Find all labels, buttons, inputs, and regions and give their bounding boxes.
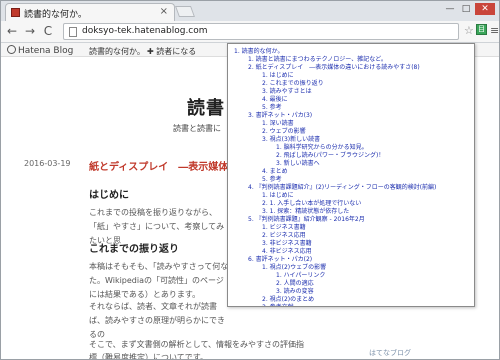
toc-item[interactable]: 4. 最後に — [262, 96, 474, 104]
window-controls: — □ ✕ — [443, 3, 495, 15]
url-text: doksyo-tek.hatenablog.com — [82, 26, 208, 36]
tab-strip: 読書的な何か。 × — □ ✕ — [1, 1, 499, 21]
toc-item[interactable]: 1. ハイパーリンク — [276, 272, 474, 280]
browser-window: 読書的な何か。 × — □ ✕ ← → C doksyo-tek.hatenab… — [0, 0, 500, 360]
hatena-mark-icon — [7, 45, 16, 54]
toc-item[interactable]: 4. 『判例読書課題紹介』(2)リーディング・フローの客観的検討(前編) — [248, 184, 474, 192]
toc-item[interactable]: 3. 参考文献 — [262, 304, 474, 306]
maximize-button[interactable]: □ — [459, 3, 473, 15]
toc-item[interactable]: 1. ビジネス書籍 — [262, 224, 474, 232]
reload-button[interactable]: C — [41, 24, 55, 38]
article-date[interactable]: 2016-03-19 — [24, 159, 71, 168]
toc-item[interactable]: 2. 紙とディスプレイ ―表示媒体の違いにおける読みやすさ(8) — [248, 64, 474, 72]
toc-item[interactable]: 3. 新しい読書へ — [276, 160, 474, 168]
toc-item[interactable]: 1. 視点(2)ウェブの影響 — [262, 264, 474, 272]
toc-popup: 1. 読書的な何か。 1. 読書と読書にまつわるテクノロジー、雑記など。 2. 紙と… — [227, 43, 475, 307]
minimize-button[interactable]: — — [443, 3, 457, 15]
toc-item[interactable]: 1. 深い読書 — [262, 120, 474, 128]
address-bar[interactable]: doksyo-tek.hatenablog.com — [63, 23, 459, 40]
heading-intro: はじめに — [89, 190, 129, 201]
tab-title: 読書的な何か。 — [24, 10, 87, 20]
blog-menu[interactable]: 読書的な何か。 — [89, 46, 145, 57]
toc-item[interactable]: 2. 人間の適応 — [276, 280, 474, 288]
page-icon — [69, 27, 77, 37]
toc-item[interactable]: 5. 参考 — [262, 104, 474, 112]
heading-review: これまでの振り返り — [89, 244, 179, 255]
toc-item[interactable]: 5. 『判例読書課題』紹介観察 - 2016年2月 — [248, 216, 474, 224]
blog-description: 読書と読書に — [173, 124, 221, 133]
toc-item[interactable]: 3. 視点(3)新しい読書 — [262, 136, 474, 144]
paragraph-three: それならば、読者、文章それが読書ば、読みやすさの原理が明らかにできるの — [89, 302, 225, 339]
subscribe-button[interactable]: ✚ 読者になる — [147, 46, 196, 57]
tab-close-icon[interactable]: × — [160, 6, 168, 17]
toc-item[interactable]: 3. 非ビジネス書籍 — [262, 240, 474, 248]
article-title[interactable]: 紙とディスプレイ ―表示媒体 — [89, 158, 228, 173]
toc-item[interactable]: 3. 読みやすさとは — [262, 88, 474, 96]
extension-icon[interactable]: 目 — [476, 24, 487, 35]
toc-item[interactable]: 1. 読書と読書にまつわるテクノロジー、雑記など。 — [248, 56, 474, 64]
hatena-logo[interactable]: Hatena Blog — [7, 45, 73, 56]
back-button[interactable]: ← — [5, 24, 19, 38]
blog-title[interactable]: 読書 — [187, 94, 225, 120]
toc-item[interactable]: 4. まとめ — [262, 168, 474, 176]
hatena-blog-link[interactable]: はてなブログ — [369, 348, 411, 358]
toc-item[interactable]: 3. 1. 探索：精読状態が依存した — [262, 208, 474, 216]
toc-item[interactable]: 3. 書評ネット・パカ(3) — [248, 112, 474, 120]
toc-item[interactable]: 2. 視点(2)のまとめ — [262, 296, 474, 304]
new-tab-button[interactable] — [174, 6, 196, 17]
favicon-icon — [11, 8, 20, 17]
browser-toolbar: ← → C doksyo-tek.hatenablog.com ☆ 目 ≡ — [1, 21, 499, 43]
toc-item[interactable]: 1. 脳科学研究からの分かる知見。 — [276, 144, 474, 152]
toc-item[interactable]: 2. ウェブの影響 — [262, 128, 474, 136]
toc-item[interactable]: 1. はじめに — [262, 192, 474, 200]
close-window-button[interactable]: ✕ — [475, 3, 495, 15]
forward-button[interactable]: → — [23, 24, 37, 38]
toc-item[interactable]: 5. 参考 — [262, 176, 474, 184]
menu-icon[interactable]: ≡ — [490, 24, 499, 37]
toc-list: 1. 読書的な何か。 1. 読書と読書にまつわるテクノロジー、雑記など。 2. 紙と… — [234, 48, 474, 306]
paragraph-review: 本稿はそもそも、「読みやすさって何なた。Wikipediaの「可読性」のページに… — [89, 262, 229, 299]
toc-item[interactable]: 2. 1. 入手し合い本が処理で行いない — [262, 200, 474, 208]
paragraph-four: そこで、まず文書側の解析として、情報をみやすさの評価指標（難易度推定）についてで… — [89, 340, 305, 360]
toc-item[interactable]: 3. 読みの変容 — [276, 288, 474, 296]
bookmark-star-icon[interactable]: ☆ — [464, 24, 474, 37]
toc-item[interactable]: 1. はじめに — [262, 72, 474, 80]
toc-item[interactable]: 2. ビジネス応用 — [262, 232, 474, 240]
toc-item[interactable]: 1. 読書的な何か。 — [234, 48, 474, 56]
toc-item[interactable]: 4. 非ビジネス応用 — [262, 248, 474, 256]
tab-active[interactable]: 読書的な何か。 × — [5, 3, 175, 21]
toc-item[interactable]: 6. 書評ネット・パカ(2) — [248, 256, 474, 264]
toc-item[interactable]: 2. これまでの振り返り — [262, 80, 474, 88]
toc-item[interactable]: 2. 飛ばし読み(パワー・ブラウジング)！ — [276, 152, 474, 160]
